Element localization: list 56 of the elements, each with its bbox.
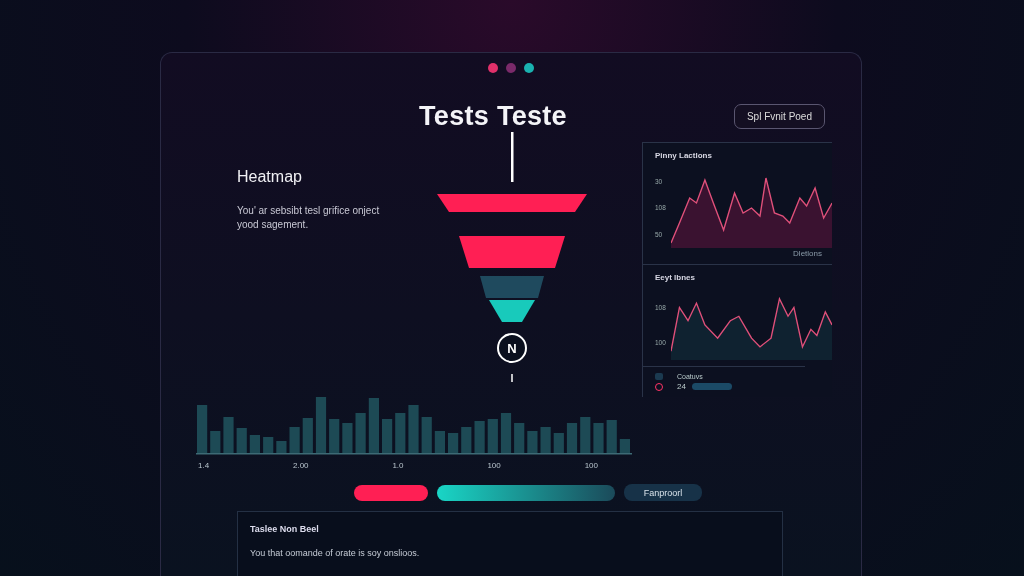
chart-bar	[315, 397, 327, 453]
chart-title: Pinny Lactlons	[655, 151, 713, 160]
chart-bar	[606, 420, 617, 453]
chart-bar	[527, 431, 538, 453]
node-label: N	[507, 341, 517, 356]
legend-value: 24	[677, 382, 686, 391]
window-dot-icon[interactable]	[488, 63, 498, 73]
chart-bar	[368, 398, 379, 453]
chart-bar	[540, 427, 551, 453]
funnel-node	[497, 333, 527, 363]
chart-bar	[474, 421, 485, 453]
section-heading: Heatmap	[237, 168, 303, 186]
page-title: Tests Teste	[419, 101, 567, 132]
chart-bar	[263, 437, 274, 453]
chart-bar	[408, 405, 419, 453]
chart-bar	[355, 413, 366, 453]
chart-bar	[223, 417, 234, 453]
chart-bar	[448, 433, 459, 453]
action-button[interactable]: Fanproorl	[624, 484, 702, 501]
chart-bar	[197, 405, 208, 453]
axis-tick-label: 1.4	[198, 461, 210, 470]
chart-bar	[342, 423, 353, 453]
chart-bar	[236, 428, 247, 453]
chart-bar	[210, 431, 221, 453]
window-dot-icon[interactable]	[506, 63, 516, 73]
axis-caption: Dletlons	[792, 249, 823, 258]
card-text: You that oomande of orate is soy onslioos.	[250, 548, 421, 558]
axis-tick-label: 100	[487, 461, 501, 470]
chart-bar	[553, 433, 564, 453]
axis-tick-label: 2.00	[293, 461, 309, 470]
chart-title: Eeyt lbnes	[655, 273, 696, 282]
chart-bar	[487, 419, 498, 453]
chart-bar	[302, 418, 313, 453]
axis-tick-label: 1.0	[392, 461, 404, 470]
chart-bar	[619, 439, 630, 453]
chart-bar	[382, 419, 393, 453]
chart-bar	[276, 441, 287, 453]
section-description: You' ar sebsibt tesl grifice onject yood sagement.	[237, 204, 381, 231]
chart-bar	[461, 427, 472, 453]
window-dot-icon[interactable]	[524, 63, 534, 73]
chart-bar	[580, 417, 591, 453]
chart-bar	[566, 423, 578, 453]
panel-button[interactable]: Spl Fvnit Poed	[733, 104, 825, 129]
axis-tick-label: 100	[584, 461, 598, 470]
chart-bar	[593, 423, 604, 453]
chart-bar	[514, 423, 525, 453]
chart-bar	[421, 417, 432, 453]
chart-bar	[289, 427, 300, 453]
card-title: Taslee Non Beel	[250, 524, 320, 534]
chart-bar	[434, 431, 445, 453]
chart-bar	[395, 413, 406, 453]
chart-bar	[329, 419, 340, 453]
legend-swatch-icon	[655, 373, 663, 380]
legend-pill	[691, 383, 732, 390]
chart-bar	[249, 435, 260, 453]
chart-bar	[500, 413, 512, 453]
